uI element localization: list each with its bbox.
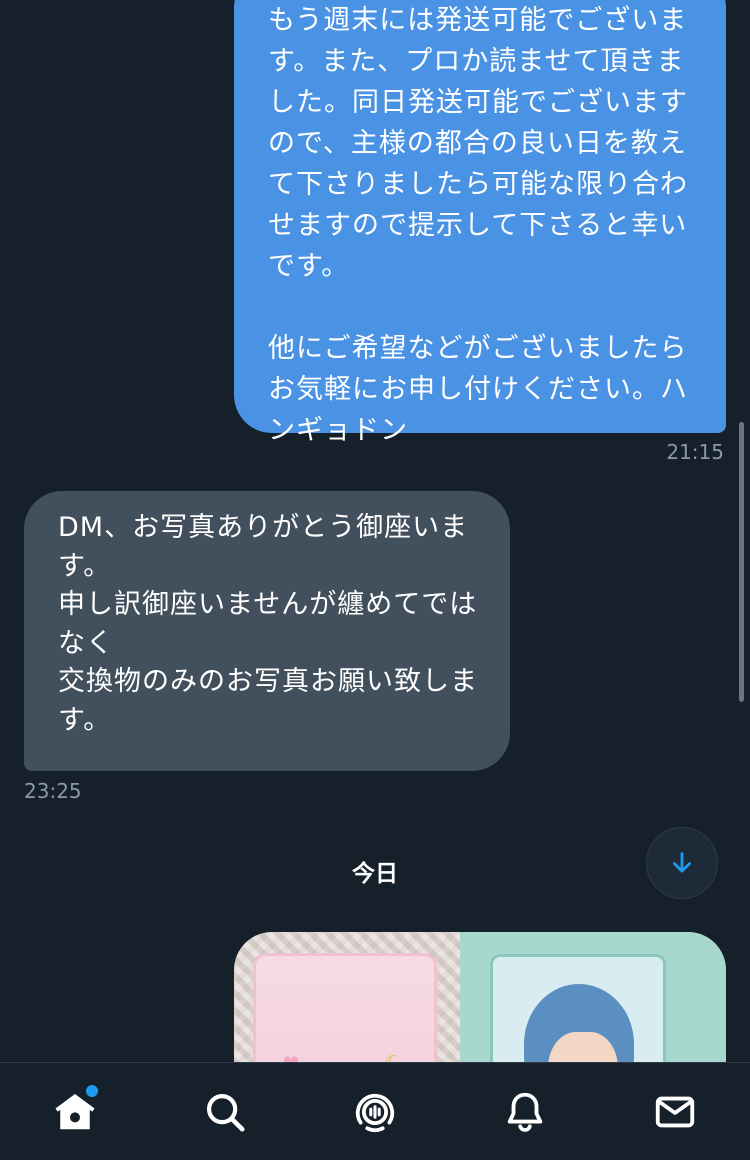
received-message-timestamp: 23:25 (24, 779, 82, 803)
tab-messages[interactable] (652, 1089, 698, 1135)
heart-icon: ♥ (282, 1052, 300, 1062)
mail-icon (655, 1096, 695, 1128)
sent-message-text: もう週末には発送可能でございます。また、プロか読ませて頂きました。同日発送可能で… (268, 5, 688, 446)
photo-message[interactable]: ♥ ☾ (234, 932, 726, 1062)
photo-card-frame (490, 954, 666, 1062)
date-separator: 今日 (352, 861, 398, 887)
scroll-to-bottom-button[interactable] (646, 827, 718, 899)
tab-search[interactable] (202, 1089, 248, 1135)
sent-message-timestamp: 21:15 (666, 440, 724, 464)
tab-home[interactable] (52, 1083, 100, 1135)
notification-dot (84, 1083, 100, 1099)
moon-icon: ☾ (384, 1052, 404, 1062)
tab-notifications[interactable] (502, 1089, 548, 1135)
bell-icon (507, 1092, 543, 1132)
search-icon (206, 1093, 245, 1132)
conversation-view[interactable]: もう週末には発送可能でございます。また、プロか読ませて頂きました。同日発送可能で… (0, 0, 750, 1062)
tab-spaces[interactable] (352, 1089, 398, 1135)
received-message-text: DM、お写真ありがとう御座います。 申し訳御座いませんが纏めてではなく 交換物の… (58, 512, 478, 736)
spaces-icon (355, 1093, 395, 1133)
scrollbar[interactable] (739, 422, 744, 702)
arrow-down-icon (673, 852, 691, 873)
received-message-bubble[interactable]: DM、お写真ありがとう御座います。 申し訳御座いませんが纏めてではなく 交換物の… (24, 491, 510, 771)
photo-card-holder (460, 932, 726, 1062)
sent-message-bubble[interactable]: もう週末には発送可能でございます。また、プロか読ませて頂きました。同日発送可能で… (234, 0, 726, 446)
bottom-tab-bar (0, 1062, 750, 1160)
photo-card-pink: ♥ ☾ (256, 956, 434, 1062)
